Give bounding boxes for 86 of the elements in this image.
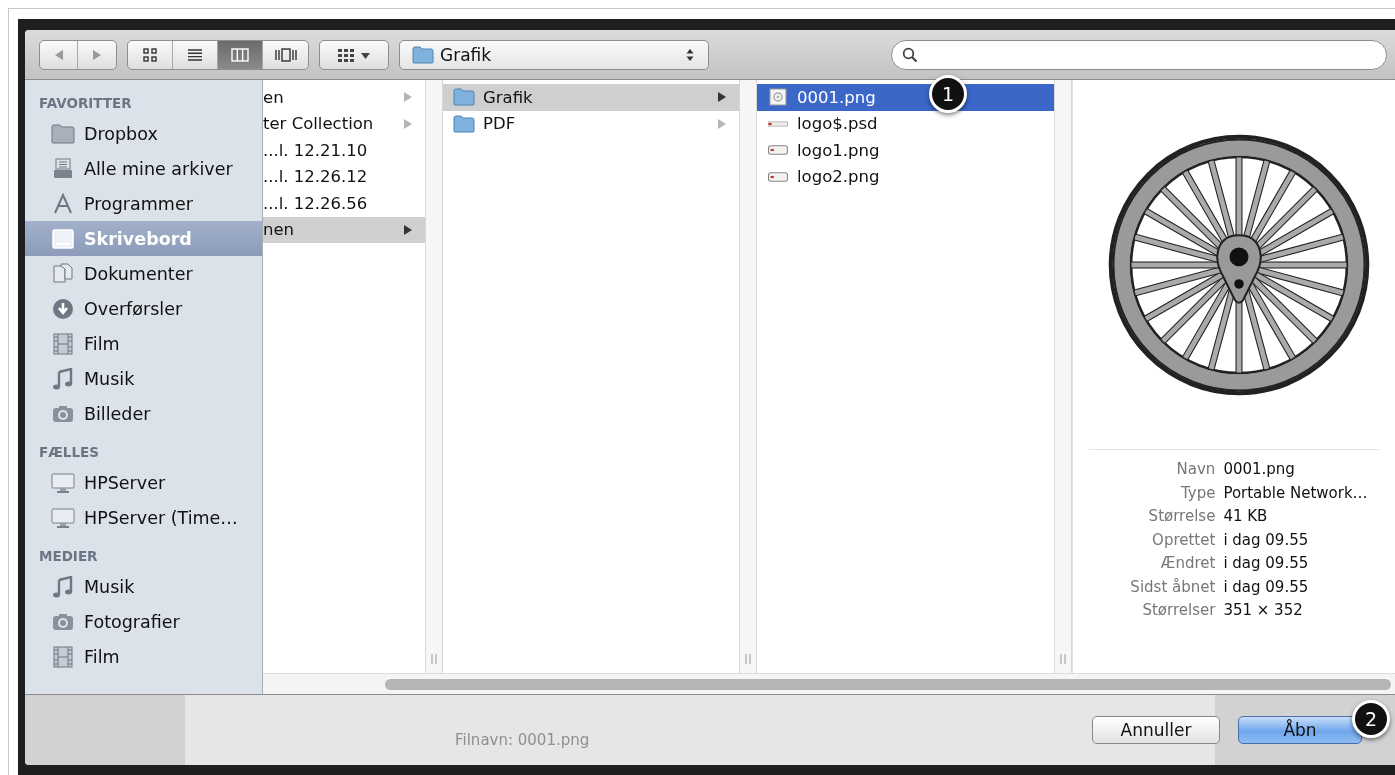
disclosure-arrow-icon <box>717 91 727 104</box>
sidebar-item[interactable]: Film <box>25 639 262 674</box>
file-list-item[interactable]: logo2.png <box>757 163 1054 190</box>
file-list-item[interactable]: ...l. 12.26.56 <box>263 190 425 217</box>
info-label: Navn <box>1175 459 1216 480</box>
folder-icon <box>51 122 75 145</box>
stack-icon <box>51 157 75 180</box>
apps-icon <box>51 192 75 215</box>
disclosure-arrow-icon <box>717 117 727 130</box>
music-icon <box>51 367 75 390</box>
download-icon <box>51 297 75 320</box>
file-list-item[interactable]: ...l. 12.26.12 <box>263 163 425 190</box>
search-icon <box>902 46 918 63</box>
sidebar-item[interactable]: HPServer (Time… <box>25 500 262 535</box>
sidebar-item[interactable]: Dropbox <box>25 116 262 151</box>
navigation-buttons[interactable] <box>39 39 117 70</box>
list-lines-icon <box>187 47 203 62</box>
sidebar-item[interactable]: HPServer <box>25 465 262 500</box>
disclosure-arrow-icon <box>403 117 413 130</box>
resize-handle-icon[interactable] <box>1060 653 1066 665</box>
resize-handle-icon[interactable] <box>745 653 751 665</box>
sidebar-item[interactable]: Dokumenter <box>25 256 262 291</box>
info-value: i dag 09.55 <box>1223 553 1310 574</box>
disclosure-arrow-icon <box>403 91 413 104</box>
folder-icon <box>453 114 475 133</box>
arrange-button[interactable] <box>319 39 389 70</box>
info-label: Ændret <box>1159 553 1216 574</box>
monitor-icon <box>51 471 75 494</box>
disclosure-arrow-icon <box>403 223 413 236</box>
film-icon <box>51 332 75 355</box>
search-field[interactable] <box>891 39 1387 70</box>
scrollbar-thumb[interactable] <box>385 678 1391 690</box>
right-triangle-icon <box>91 48 103 61</box>
file-list-item[interactable]: logo$.psd <box>757 110 1054 137</box>
file-list-item[interactable]: ...l. 12.21.10 <box>263 137 425 164</box>
path-popup[interactable]: Grafik <box>399 39 709 70</box>
file-list-item[interactable]: Grafik <box>443 84 739 111</box>
sidebar-section-title: MEDIER <box>38 547 99 566</box>
columns-icon <box>231 47 249 62</box>
sidebar-item[interactable]: Programmer <box>25 186 262 221</box>
sidebar-item[interactable]: Film <box>25 326 262 361</box>
file-list-item[interactable]: logo1.png <box>757 137 1054 164</box>
sidebar-item[interactable]: Alle mine arkiver <box>25 151 262 186</box>
monitor-icon <box>51 506 75 529</box>
file-list-item[interactable]: PDF <box>443 110 739 137</box>
file-list-item[interactable]: ter Collection <box>263 110 425 137</box>
icon-grid-icon <box>143 47 157 62</box>
info-label: Størrelse <box>1147 506 1216 527</box>
documents-icon <box>51 262 75 285</box>
image-file-icon <box>767 88 789 107</box>
sidebar-section-title: FAVORITTER <box>38 94 133 113</box>
info-value: 0001.png <box>1223 459 1296 480</box>
sidebar-item[interactable]: Billeder <box>25 396 262 431</box>
folder-icon <box>453 88 475 107</box>
desktop-icon <box>51 227 75 250</box>
up-down-arrows-icon <box>686 47 694 62</box>
sidebar-item[interactable]: Fotografier <box>25 604 262 639</box>
music-icon <box>51 575 75 598</box>
cover-flow-icon <box>274 47 297 62</box>
folder-icon <box>412 45 434 64</box>
grid-caret-icon <box>337 47 371 62</box>
open-button[interactable]: Åbn <box>1238 716 1362 744</box>
sidebar-item[interactable]: Musik <box>25 361 262 396</box>
info-value: Portable Network… <box>1223 482 1368 504</box>
file-icon <box>768 120 788 127</box>
view-mode-control[interactable] <box>127 39 309 70</box>
cancel-button[interactable]: Annuller <box>1092 716 1220 744</box>
background-text: Filnavn: 0001.png <box>455 730 590 749</box>
film-icon <box>51 645 75 668</box>
info-value: 41 KB <box>1223 506 1269 527</box>
file-list-item[interactable]: nen <box>263 216 425 243</box>
info-label: Type <box>1179 482 1216 504</box>
info-label: Oprettet <box>1151 529 1216 551</box>
sidebar-section-title: FÆLLES <box>38 443 101 462</box>
file-icon <box>768 145 788 156</box>
info-value: i dag 09.55 <box>1223 529 1310 551</box>
info-label: Størrelser <box>1141 600 1216 621</box>
file-list-item[interactable]: en <box>263 84 425 111</box>
resize-handle-icon[interactable] <box>431 653 437 665</box>
sidebar-item[interactable]: Overførsler <box>25 291 262 326</box>
file-icon <box>768 171 788 182</box>
sidebar-item[interactable]: Musik <box>25 569 262 604</box>
info-value: 351 × 352 <box>1223 600 1304 621</box>
step-marker: 2 <box>1352 700 1390 738</box>
info-label: Sidst åbnet <box>1130 576 1216 598</box>
info-value: i dag 09.55 <box>1223 576 1310 598</box>
